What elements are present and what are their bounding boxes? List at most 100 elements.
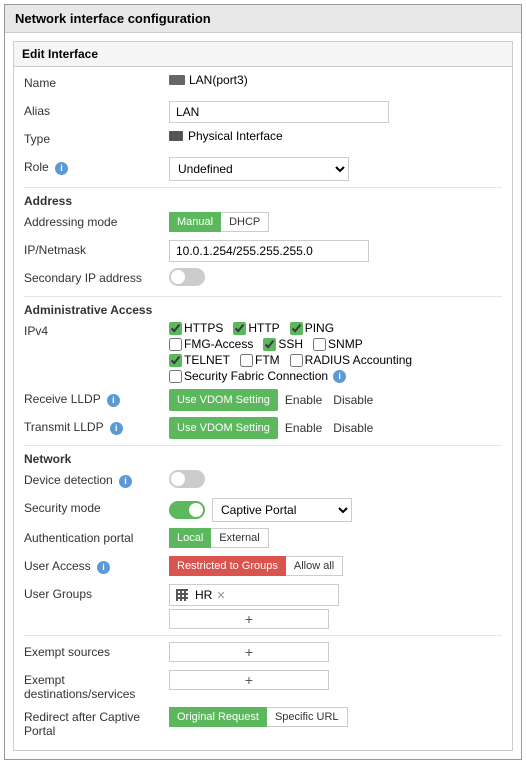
exempt-dest-value: + <box>169 670 502 690</box>
exempt-sources-value: + <box>169 642 502 662</box>
snmp-checkbox-item[interactable]: SNMP <box>313 337 363 351</box>
network-section: Network <box>24 452 502 466</box>
ftm-label: FTM <box>255 353 280 367</box>
hr-tag-text: HR <box>195 588 212 602</box>
role-info-icon[interactable]: i <box>55 162 68 175</box>
checkbox-row-1: HTTPS HTTP PING <box>169 321 412 335</box>
radius-checkbox[interactable] <box>290 354 303 367</box>
alias-label: Alias <box>24 101 169 118</box>
auth-portal-label: Authentication portal <box>24 528 169 545</box>
exempt-dest-label: Exempt destinations/services <box>24 670 169 701</box>
ssh-checkbox-item[interactable]: SSH <box>263 337 303 351</box>
original-request-button[interactable]: Original Request <box>169 707 267 727</box>
checkbox-row-2: FMG-Access SSH SNMP <box>169 337 412 351</box>
transmit-lldp-vdom-button[interactable]: Use VDOM Setting <box>169 417 278 439</box>
ping-checkbox-item[interactable]: PING <box>290 321 334 335</box>
security-mode-select[interactable]: Captive Portal <box>212 498 352 522</box>
fmg-checkbox[interactable] <box>169 338 182 351</box>
ip-netmask-input[interactable] <box>169 240 369 262</box>
outer-panel: Network interface configuration Edit Int… <box>4 4 522 760</box>
redirect-row: Redirect after Captive Portal Original R… <box>24 707 502 738</box>
telnet-checkbox-item[interactable]: TELNET <box>169 353 230 367</box>
role-row: Role i Undefined <box>24 157 502 181</box>
radius-checkbox-item[interactable]: RADIUS Accounting <box>290 353 412 367</box>
manual-button[interactable]: Manual <box>169 212 221 232</box>
specific-url-button[interactable]: Specific URL <box>267 707 348 727</box>
alias-input[interactable] <box>169 101 389 123</box>
ftm-checkbox[interactable] <box>240 354 253 367</box>
physical-icon <box>169 131 183 141</box>
user-access-value: Restricted to Groups Allow all <box>169 556 502 576</box>
device-detection-toggle[interactable] <box>169 470 205 488</box>
exempt-dest-plus[interactable]: + <box>169 670 329 690</box>
transmit-lldp-info-icon[interactable]: i <box>110 422 123 435</box>
ftm-checkbox-item[interactable]: FTM <box>240 353 280 367</box>
name-text: LAN(port3) <box>189 73 248 87</box>
snmp-label: SNMP <box>328 337 363 351</box>
name-label: Name <box>24 73 169 90</box>
receive-lldp-vdom-button[interactable]: Use VDOM Setting <box>169 389 278 411</box>
addressing-mode-row: Addressing mode Manual DHCP <box>24 212 502 234</box>
type-row: Type Physical Interface <box>24 129 502 151</box>
secondary-ip-slider <box>169 268 205 286</box>
type-label: Type <box>24 129 169 146</box>
redirect-label: Redirect after Captive Portal <box>24 707 169 738</box>
fmg-label: FMG-Access <box>184 337 253 351</box>
ipv4-label: IPv4 <box>24 321 169 338</box>
user-groups-label: User Groups <box>24 584 169 601</box>
ssh-checkbox[interactable] <box>263 338 276 351</box>
role-select[interactable]: Undefined <box>169 157 349 181</box>
security-fabric-checkbox-item[interactable]: Security Fabric Connection i <box>169 369 346 383</box>
ping-label: PING <box>305 321 334 335</box>
name-value: LAN(port3) <box>169 73 502 87</box>
ip-netmask-label: IP/Netmask <box>24 240 169 257</box>
receive-lldp-info-icon[interactable]: i <box>107 394 120 407</box>
telnet-checkbox[interactable] <box>169 354 182 367</box>
ssh-label: SSH <box>278 337 303 351</box>
receive-lldp-row: Receive LLDP i Use VDOM Setting Enable D… <box>24 389 502 411</box>
exempt-sources-label: Exempt sources <box>24 642 169 659</box>
grid-icon <box>176 589 188 601</box>
restricted-button[interactable]: Restricted to Groups <box>169 556 286 576</box>
exempt-sources-plus[interactable]: + <box>169 642 329 662</box>
transmit-lldp-disable-button[interactable]: Disable <box>329 418 377 438</box>
secondary-ip-row: Secondary IP address <box>24 268 502 290</box>
secondary-ip-toggle[interactable] <box>169 268 205 286</box>
user-groups-value: HR ✕ + <box>169 584 502 629</box>
http-checkbox-item[interactable]: HTTP <box>233 321 279 335</box>
alias-row: Alias <box>24 101 502 123</box>
panel-title: Network interface configuration <box>5 5 521 33</box>
transmit-lldp-row: Transmit LLDP i Use VDOM Setting Enable … <box>24 417 502 439</box>
alias-value <box>169 101 502 123</box>
checkbox-row-3: TELNET FTM RADIUS Accounting <box>169 353 412 367</box>
user-access-info-icon[interactable]: i <box>97 561 110 574</box>
checkbox-row-4: Security Fabric Connection i <box>169 369 412 383</box>
ip-netmask-value <box>169 240 502 262</box>
transmit-lldp-enable-button[interactable]: Enable <box>281 418 326 438</box>
dhcp-button[interactable]: DHCP <box>221 212 269 232</box>
local-button[interactable]: Local <box>169 528 211 548</box>
receive-lldp-enable-button[interactable]: Enable <box>281 390 326 410</box>
ping-checkbox[interactable] <box>290 322 303 335</box>
receive-lldp-label: Receive LLDP i <box>24 389 169 407</box>
snmp-checkbox[interactable] <box>313 338 326 351</box>
http-checkbox[interactable] <box>233 322 246 335</box>
device-detection-info-icon[interactable]: i <box>119 475 132 488</box>
allow-all-button[interactable]: Allow all <box>286 556 343 576</box>
https-checkbox-item[interactable]: HTTPS <box>169 321 223 335</box>
security-fabric-info-icon[interactable]: i <box>333 370 346 383</box>
receive-lldp-disable-button[interactable]: Disable <box>329 390 377 410</box>
type-value: Physical Interface <box>169 129 502 143</box>
fmg-checkbox-item[interactable]: FMG-Access <box>169 337 253 351</box>
device-detection-label: Device detection i <box>24 470 169 488</box>
security-mode-toggle[interactable] <box>169 501 205 519</box>
user-access-group: Restricted to Groups Allow all <box>169 556 343 576</box>
hr-tag-remove[interactable]: ✕ <box>216 589 225 602</box>
security-mode-row: Security mode Captive Portal <box>24 498 502 522</box>
addressing-mode-label: Addressing mode <box>24 212 169 229</box>
auth-portal-value: Local External <box>169 528 502 548</box>
user-groups-plus[interactable]: + <box>169 609 329 629</box>
external-button[interactable]: External <box>211 528 268 548</box>
https-checkbox[interactable] <box>169 322 182 335</box>
security-fabric-checkbox[interactable] <box>169 370 182 383</box>
